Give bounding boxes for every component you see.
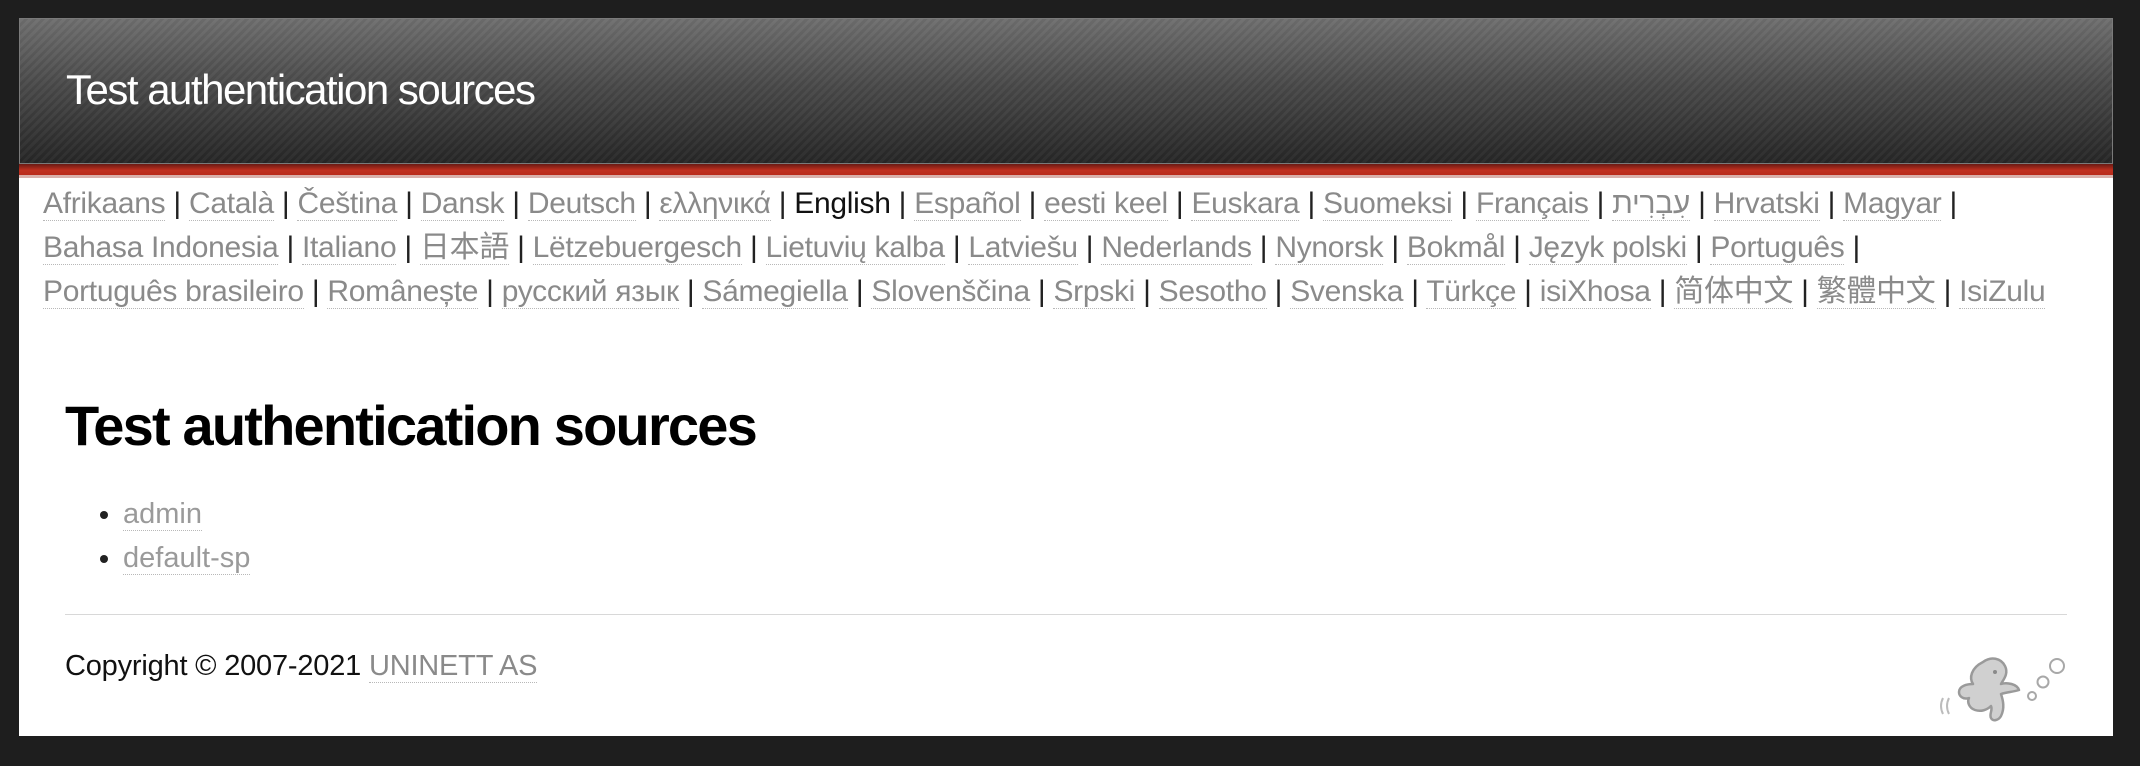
language-separator: | [952, 231, 961, 264]
language-separator: | [686, 275, 695, 308]
language-option[interactable]: Euskara [1191, 187, 1300, 221]
language-separator: | [1259, 231, 1268, 264]
language-option[interactable]: Türkçe [1426, 275, 1516, 309]
language-option[interactable]: Català [188, 187, 274, 221]
language-separator: | [778, 187, 787, 220]
language-separator: | [486, 275, 494, 308]
language-separator: | [1694, 231, 1703, 264]
language-option[interactable]: Nederlands [1101, 231, 1252, 265]
language-separator: | [1852, 231, 1861, 264]
language-separator: | [1513, 231, 1521, 264]
language-option[interactable]: Sesotho [1158, 275, 1267, 309]
language-separator: | [898, 187, 907, 220]
language-separator: | [1596, 187, 1605, 220]
language-option[interactable]: Românește [327, 275, 478, 309]
language-option[interactable]: Slovenščina [871, 275, 1030, 309]
language-separator: | [1524, 275, 1532, 308]
language-separator: | [1274, 275, 1283, 308]
list-item: default-sp [123, 536, 2065, 580]
simplesamlphp-logo-icon [1929, 640, 2079, 736]
header-bar: Test authentication sources [19, 18, 2113, 164]
language-option[interactable]: Svenska [1290, 275, 1403, 309]
language-separator: | [1949, 187, 1957, 220]
language-option[interactable]: isiXhosa [1539, 275, 1651, 309]
language-separator: | [855, 275, 864, 308]
language-option[interactable]: 日本語 [419, 231, 509, 265]
language-option[interactable]: Afrikaans [43, 187, 166, 221]
language-separator: | [517, 231, 525, 264]
language-bar: Afrikaans | Català | Čeština | Dansk | D… [43, 182, 2093, 314]
language-option[interactable]: Magyar [1843, 187, 1942, 221]
language-separator: | [281, 187, 290, 220]
language-option[interactable]: עִבְרִית [1612, 187, 1690, 221]
language-separator: | [1391, 231, 1399, 264]
language-separator: | [1658, 275, 1667, 308]
language-separator: | [1460, 187, 1468, 220]
language-option[interactable]: ελληνικά [659, 187, 771, 221]
main-content: Test authentication sources admin defaul… [65, 398, 2065, 580]
language-option[interactable]: Latviešu [968, 231, 1078, 265]
language-separator: | [1143, 275, 1151, 308]
language-separator: | [405, 187, 413, 220]
language-option[interactable]: Français [1475, 187, 1589, 221]
language-option[interactable]: русский язык [501, 275, 679, 309]
language-separator: | [1085, 231, 1094, 264]
page-wrapper: Test authentication sources Afrikaans | … [19, 18, 2113, 736]
language-separator: | [404, 231, 412, 264]
language-option[interactable]: Dansk [420, 187, 505, 221]
auth-source-list: admin default-sp [65, 492, 2065, 580]
auth-source-link-admin[interactable]: admin [123, 498, 202, 531]
language-separator: | [1411, 275, 1419, 308]
site-title: Test authentication sources [66, 66, 536, 113]
language-option[interactable]: Lëtzebuergesch [532, 231, 742, 265]
language-option[interactable]: Srpski [1053, 275, 1135, 309]
auth-source-link-default-sp[interactable]: default-sp [123, 542, 251, 575]
language-option[interactable]: Suomeksi [1323, 187, 1453, 221]
language-separator: | [1175, 187, 1184, 220]
language-separator: | [643, 187, 652, 220]
language-separator: | [1028, 187, 1037, 220]
language-option[interactable]: 繁體中文 [1816, 275, 1936, 309]
language-option[interactable]: Čeština [297, 187, 397, 221]
language-option[interactable]: Lietuvių kalba [765, 231, 945, 265]
language-option[interactable]: Bahasa Indonesia [43, 231, 279, 265]
footer-divider [65, 614, 2067, 615]
language-option[interactable]: Português brasileiro [43, 275, 304, 309]
language-separator: | [286, 231, 294, 264]
language-option[interactable]: Deutsch [527, 187, 636, 221]
list-item: admin [123, 492, 2065, 536]
language-option[interactable]: Bokmål [1406, 231, 1505, 265]
language-option[interactable]: eesti keel [1044, 187, 1168, 221]
language-option[interactable]: Język polski [1528, 231, 1687, 265]
language-separator: | [311, 275, 320, 308]
language-option: English [794, 187, 891, 220]
language-option[interactable]: Português [1710, 231, 1845, 265]
copyright-text: Copyright © 2007-2021 [65, 650, 362, 682]
language-option[interactable]: IsiZulu [1959, 275, 2046, 309]
language-option[interactable]: 简体中文 [1674, 275, 1793, 309]
language-separator: | [1827, 187, 1836, 220]
language-option[interactable]: Hrvatski [1713, 187, 1820, 221]
header-accent-stripe [19, 164, 2113, 178]
language-separator: | [1698, 187, 1706, 220]
company-link[interactable]: UNINETT AS [368, 650, 537, 683]
language-separator: | [749, 231, 758, 264]
language-option[interactable]: Italiano [301, 231, 397, 265]
language-separator: | [512, 187, 520, 220]
language-separator: | [1943, 275, 1952, 308]
language-option[interactable]: Español [914, 187, 1021, 221]
page-title: Test authentication sources [65, 394, 758, 457]
language-separator: | [173, 187, 181, 220]
footer: Copyright © 2007-2021 UNINETT AS [65, 650, 537, 683]
language-separator: | [1801, 275, 1809, 308]
language-separator: | [1037, 275, 1046, 308]
language-option[interactable]: Nynorsk [1275, 231, 1384, 265]
language-option[interactable]: Sámegiella [702, 275, 848, 309]
language-separator: | [1307, 187, 1315, 220]
